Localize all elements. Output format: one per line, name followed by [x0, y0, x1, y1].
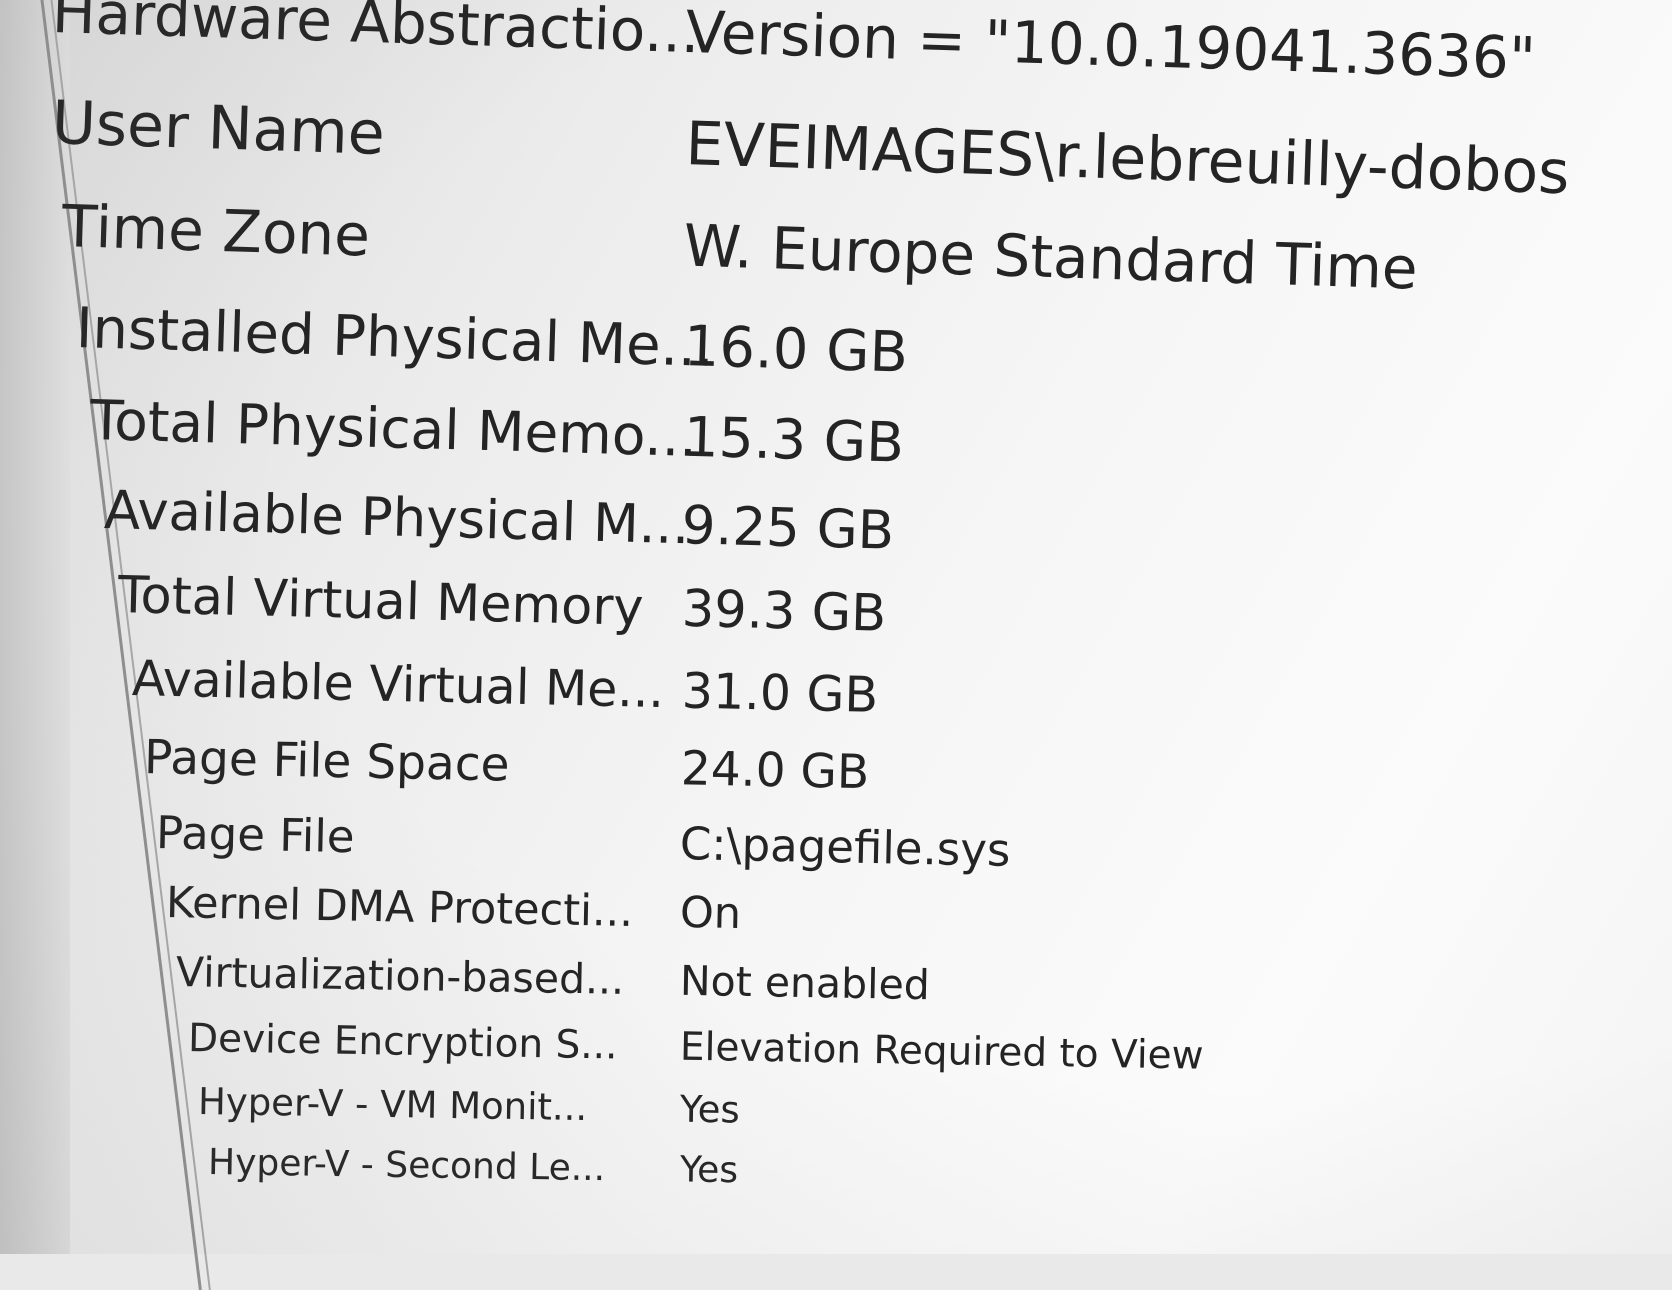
item-name: Device Encryption S...: [187, 1016, 618, 1069]
item-value: Not enabled: [679, 956, 931, 1010]
item-value: On: [679, 887, 742, 940]
table-row[interactable]: Installed Physical Me... 16.0 GB: [75, 296, 909, 386]
table-row[interactable]: Page File C:\pagefile.sys: [155, 806, 1010, 877]
item-name: Total Virtual Memory: [117, 566, 645, 638]
item-name: Hardware Abstractio...: [51, 0, 701, 67]
item-name: Total Physical Memo...: [89, 388, 698, 469]
table-row[interactable]: Available Virtual Me... 31.0 GB: [131, 650, 878, 724]
item-value: 24.0 GB: [680, 741, 870, 801]
table-row[interactable]: Page File Space 24.0 GB: [143, 730, 869, 800]
table-row[interactable]: Device Encryption S... Elevation Require…: [188, 1016, 1204, 1079]
item-value: Yes: [679, 1149, 739, 1192]
item-name: Hyper-V - Second Le...: [207, 1142, 606, 1190]
item-name: Hyper-V - VM Monit...: [197, 1080, 588, 1130]
table-row[interactable]: Virtualization-based... Not enabled: [176, 948, 931, 1009]
item-value: Version = "10.0.19041.3636": [684, 0, 1537, 93]
item-name: Available Physical M...: [103, 480, 691, 557]
item-value: C:\pagefile.sys: [679, 816, 1011, 877]
item-value: Elevation Required to View: [679, 1024, 1204, 1079]
item-name: Virtualization-based...: [175, 948, 625, 1004]
item-value: 9.25 GB: [681, 495, 895, 562]
panel-edge: [0, 0, 70, 1254]
item-value: 31.0 GB: [681, 662, 879, 724]
item-name: Available Virtual Me...: [131, 650, 665, 720]
item-name: Page File Space: [143, 730, 511, 793]
item-name: Page File: [155, 806, 356, 864]
item-name: Kernel DMA Protecti...: [165, 878, 634, 937]
table-row[interactable]: Hyper-V - VM Monit... Yes: [198, 1080, 740, 1132]
table-row[interactable]: Hyper-V - Second Le... Yes: [208, 1142, 739, 1191]
item-value: W. Europe Standard Time: [682, 211, 1419, 303]
item-name: Time Zone: [60, 192, 372, 270]
item-value: 15.3 GB: [682, 404, 905, 475]
item-value: 39.3 GB: [681, 579, 887, 644]
table-row[interactable]: Total Virtual Memory 39.3 GB: [117, 566, 886, 644]
item-name: User Name: [50, 88, 386, 170]
msinfo-screen: Hardware Abstractio... Version = "10.0.1…: [0, 0, 1672, 1290]
item-value: Yes: [679, 1087, 741, 1132]
item-value: 16.0 GB: [682, 314, 909, 386]
table-row[interactable]: Kernel DMA Protecti... On: [165, 878, 742, 939]
item-name: Installed Physical Me...: [75, 296, 715, 380]
item-value: EVEIMAGES\r.lebreuilly-dobos: [684, 109, 1571, 209]
